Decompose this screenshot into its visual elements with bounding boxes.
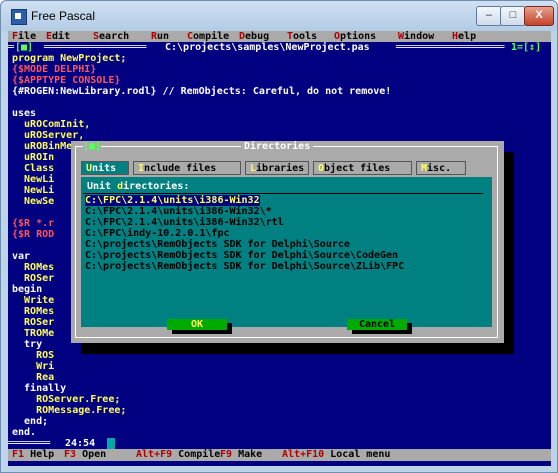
close-button[interactable]: X: [524, 6, 554, 26]
status-compile[interactable]: Alt+F9 Compile: [136, 449, 220, 460]
code-line[interactable]: ROSer: [12, 317, 54, 328]
menu-file[interactable]: File: [12, 31, 36, 42]
code-line[interactable]: Wri: [12, 361, 54, 372]
menu-search[interactable]: Search: [93, 31, 129, 42]
editor-window-number[interactable]: 1=[↕]: [511, 42, 541, 53]
code-line[interactable]: NewLi: [12, 185, 54, 196]
code-line[interactable]: begin: [12, 284, 42, 295]
directory-entry[interactable]: C:\FPC\2.1.4\units\i386-Win32: [85, 195, 260, 206]
code-line[interactable]: end;: [12, 416, 48, 427]
tab-units[interactable]: Units: [81, 161, 129, 175]
menu-options[interactable]: Options: [334, 31, 376, 42]
units-tab-panel: Unit directories: C:\FPC\2.1.4\units\i38…: [81, 177, 492, 327]
code-line[interactable]: ROMes: [12, 262, 54, 273]
menu-tools[interactable]: Tools: [287, 31, 317, 42]
code-line[interactable]: {$R *.r: [12, 218, 54, 229]
code-line[interactable]: program NewProject;: [12, 53, 126, 64]
ok-button[interactable]: OK: [167, 319, 227, 330]
status-make[interactable]: F9 Make: [220, 449, 262, 460]
code-line[interactable]: var: [12, 251, 30, 262]
dialog-tabs: Units Include files Libraries Object files M…: [81, 161, 491, 177]
unit-directories-editor[interactable]: C:\FPC\2.1.4\units\i386-Win32 C:\FPC\2.1.…: [83, 193, 483, 282]
code-line[interactable]: uROComInit,: [12, 119, 90, 130]
editor-bottom-frame: ═══════ 24:54: [8, 438, 551, 449]
code-line[interactable]: ROMessage.Free;: [12, 405, 126, 416]
directory-entry[interactable]: C:\FPC\2.1.4\units\i386-Win32\rtl: [85, 217, 284, 228]
free-pascal-app-icon: [11, 9, 27, 25]
maximize-button[interactable]: □: [500, 6, 526, 26]
code-line[interactable]: ROS: [12, 350, 54, 361]
cursor-position: 24:54: [65, 438, 96, 449]
directories-dialog: [■] Directories Units Include files Librar…: [71, 141, 504, 343]
status-help[interactable]: F1 Help: [12, 449, 54, 460]
code-line[interactable]: NewSe: [12, 196, 54, 207]
code-line[interactable]: {$APPTYPE CONSOLE}: [12, 75, 120, 86]
tab-object-files[interactable]: Object files: [313, 161, 412, 175]
menu-edit[interactable]: Edit: [46, 31, 70, 42]
code-line[interactable]: ROServer.Free;: [12, 394, 120, 405]
directory-entry[interactable]: C:\projects\RemObjects SDK for Delphi\So…: [85, 261, 404, 272]
menu-help[interactable]: Help: [452, 31, 476, 42]
cancel-button[interactable]: Cancel: [347, 319, 407, 330]
horizontal-scrollbar-thumb[interactable]: [107, 438, 115, 449]
menu-run[interactable]: Run: [151, 31, 169, 42]
status-local-menu[interactable]: Alt+F10 Local menu: [282, 449, 390, 460]
code-line[interactable]: {#ROGEN:NewLibrary.rodl} // RemObjects: …: [12, 86, 391, 97]
title-bar[interactable]: Free Pascal – □ X: [1, 1, 557, 31]
app-window: Free Pascal – □ X File Edit Search Run Compi…: [0, 0, 558, 473]
code-line[interactable]: finally: [12, 383, 66, 394]
code-line[interactable]: uROServer,: [12, 130, 84, 141]
menu-compile[interactable]: Compile: [187, 31, 229, 42]
tab-misc[interactable]: Misc.: [416, 161, 466, 175]
editor-top-frame: ═ [■] ═════════════════ C:\projects\samp…: [8, 42, 542, 53]
code-line[interactable]: {$R ROD: [12, 229, 54, 240]
status-open[interactable]: F3 Open: [64, 449, 106, 460]
window-title: Free Pascal: [31, 9, 96, 23]
code-line[interactable]: ROMes: [12, 306, 54, 317]
editor-close-box[interactable]: [■]: [15, 42, 33, 53]
tab-include-files[interactable]: Include files: [133, 161, 241, 175]
menu-window[interactable]: Window: [398, 31, 434, 42]
code-line[interactable]: {$MODE DELPHI}: [12, 64, 96, 75]
code-line[interactable]: end.: [12, 427, 36, 438]
code-line[interactable]: try: [12, 339, 42, 350]
minimize-button[interactable]: –: [476, 6, 502, 26]
code-line[interactable]: uROIn: [12, 152, 54, 163]
editor-file-path: C:\projects\samples\NewProject.pas: [165, 42, 370, 53]
status-bar: F1 Help F3 Open Alt+F9 Compile F9 Make Alt+F…: [8, 449, 551, 461]
console-screen: File Edit Search Run Compile Debug Tools Option…: [8, 31, 551, 466]
code-line[interactable]: TROMe: [12, 328, 54, 339]
code-line[interactable]: Class: [12, 163, 54, 174]
menu-debug[interactable]: Debug: [239, 31, 269, 42]
code-line[interactable]: Rea: [12, 372, 54, 383]
dialog-title: Directories: [241, 141, 314, 152]
directory-entry[interactable]: C:\projects\RemObjects SDK for Delphi\So…: [85, 250, 398, 261]
directory-entry[interactable]: C:\FPC\indy-10.2.0.1\fpc: [85, 228, 230, 239]
code-line[interactable]: ROSer: [12, 273, 54, 284]
code-line[interactable]: NewLi: [12, 174, 54, 185]
directory-entry[interactable]: C:\FPC\2.1.4\units\i386-Win32\*: [85, 206, 272, 217]
unit-directories-label: Unit directories:: [87, 181, 190, 192]
tab-libraries[interactable]: Libraries: [245, 161, 309, 175]
menu-bar: File Edit Search Run Compile Debug Tools Option…: [8, 31, 551, 42]
dialog-close-box[interactable]: [■]: [83, 141, 102, 152]
code-line[interactable]: Write: [12, 295, 54, 306]
directory-entry[interactable]: C:\projects\RemObjects SDK for Delphi\So…: [85, 239, 350, 250]
code-line[interactable]: uses: [12, 108, 36, 119]
